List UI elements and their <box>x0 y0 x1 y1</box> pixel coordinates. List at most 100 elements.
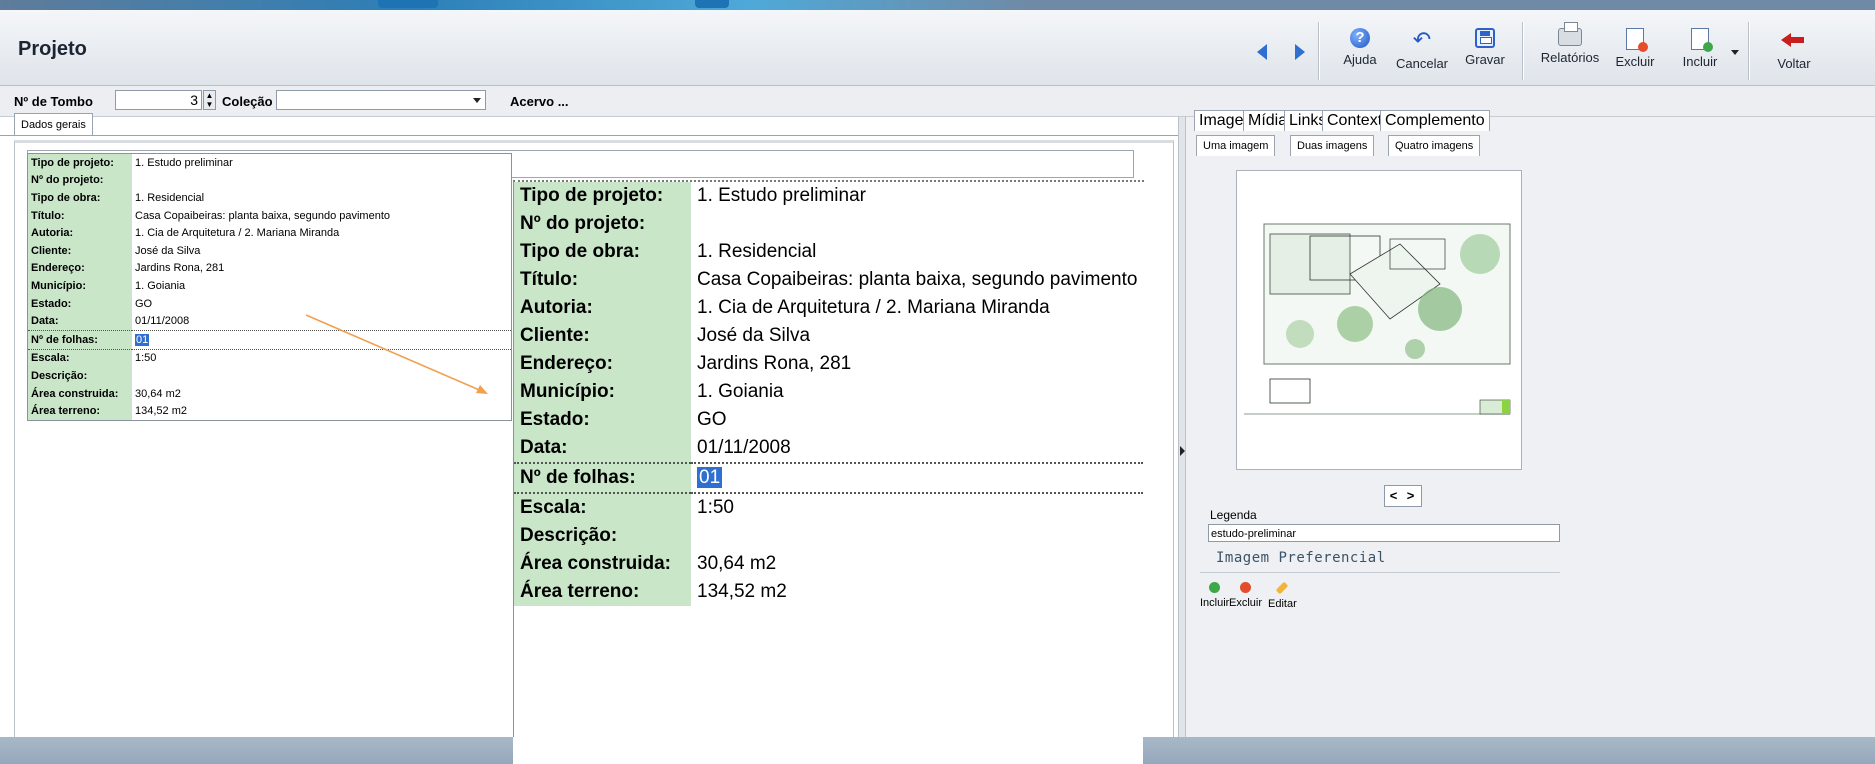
accent-mark <box>695 0 729 8</box>
tab-dados-gerais[interactable]: Dados gerais <box>14 113 93 136</box>
record-field-value[interactable]: 01 <box>132 329 512 350</box>
record-row: Área construida: 30,64 m2 <box>27 384 512 403</box>
record-field-value[interactable]: Casa Copaibeiras: planta baixa, segundo … <box>132 206 512 225</box>
zoom-record-field-label: Cliente: <box>514 322 691 350</box>
record-field-value[interactable]: 1. Cia de Arquitetura / 2. Mariana Miran… <box>132 224 512 242</box>
record-row: Tipo de projeto: 1. Estudo preliminar <box>27 153 512 172</box>
add-circle-icon <box>1209 582 1221 593</box>
tab-complemento[interactable]: Complemento <box>1380 110 1490 131</box>
record-row: Escala: 1:50 <box>27 349 512 368</box>
record-field-value[interactable]: GO <box>132 294 512 313</box>
zoom-record-row: Município: 1. Goiania <box>514 378 1144 406</box>
record-row: Nº do projeto: <box>27 171 512 190</box>
top-accent-strip <box>0 0 1875 10</box>
subtab-duas-imagens[interactable]: Duas imagens <box>1290 135 1375 156</box>
preferred-image-label[interactable]: Imagem Preferencial <box>1216 550 1386 566</box>
back-arrow-icon <box>1781 28 1807 52</box>
zoom-record-field-value[interactable]: GO <box>691 406 1144 434</box>
help-button-label: Ajuda <box>1343 52 1377 67</box>
help-button[interactable]: ? Ajuda <box>1338 22 1382 80</box>
toolbar: Projeto ? Ajuda ↶ Cancelar Gravar Relató… <box>0 10 1875 86</box>
record-field-label: Endereço: <box>27 259 132 278</box>
zoom-record-field-value[interactable]: 1. Residencial <box>691 238 1144 266</box>
divider <box>1200 572 1560 573</box>
record-field-value[interactable]: 134,52 m2 <box>132 402 512 421</box>
reports-button[interactable]: Relatórios <box>1538 22 1602 80</box>
record-row: Área terreno: 134,52 m2 <box>27 402 512 421</box>
record-field-value[interactable]: José da Silva <box>132 241 512 260</box>
toolbar-divider <box>1318 22 1319 80</box>
toolbar-divider <box>1748 22 1749 80</box>
record-field-value[interactable]: 1. Estudo preliminar <box>132 153 512 172</box>
zoom-record-field-value[interactable]: 1:50 <box>691 493 1144 522</box>
zoom-record-row: Data: 01/11/2008 <box>514 434 1144 463</box>
record-field-value[interactable]: 01/11/2008 <box>132 312 512 331</box>
zoom-record-row: Autoria: 1. Cia de Arquitetura / 2. Maria… <box>514 294 1144 322</box>
zoom-record-field-value[interactable] <box>691 522 1144 550</box>
subtab-quatro-imagens[interactable]: Quatro imagens <box>1388 135 1481 156</box>
add-dropdown-caret-icon[interactable] <box>1731 50 1739 55</box>
subtab-uma-imagem[interactable]: Uma imagem <box>1196 135 1276 156</box>
zoom-record-field-value[interactable]: Jardins Rona, 281 <box>691 350 1144 378</box>
colecao-label: Coleção <box>222 94 273 109</box>
tombo-spinner[interactable]: ▲ ▼ <box>203 90 216 110</box>
zoom-record-field-value[interactable]: 1. Cia de Arquitetura / 2. Mariana Miran… <box>691 294 1144 322</box>
record-row: Nº de folhas: 01 <box>27 329 512 350</box>
record-row: Descrição: <box>27 367 512 385</box>
record-row: Data: 01/11/2008 <box>27 312 512 331</box>
toolbar-divider <box>1522 22 1523 80</box>
record-field-label: Autoria: <box>27 224 132 242</box>
record-field-value[interactable]: 1:50 <box>132 349 512 368</box>
acervo-label[interactable]: Acervo ... <box>510 94 569 109</box>
nav-next-icon[interactable] <box>1295 44 1305 60</box>
nav-prev-icon[interactable] <box>1257 44 1267 60</box>
record-field-label: Cliente: <box>27 241 132 260</box>
selected-text[interactable]: 01 <box>697 467 723 488</box>
zoom-record-field-label: Área terreno: <box>514 578 691 606</box>
zoom-record-row: Descrição: <box>514 522 1144 550</box>
zoom-record-field-value[interactable] <box>691 210 1144 238</box>
image-delete-button[interactable]: Excluir <box>1229 582 1262 609</box>
legenda-input[interactable]: estudo-preliminar <box>1208 524 1560 542</box>
zoom-record-field-label: Área construida: <box>514 550 691 578</box>
splitter-collapse-icon[interactable] <box>1180 446 1185 456</box>
zoom-record-field-label: Município: <box>514 378 691 406</box>
zoom-callout-overlap <box>513 737 1143 764</box>
cancel-button[interactable]: ↶ Cancelar <box>1392 22 1452 80</box>
zoom-record-row: Cliente: José da Silva <box>514 322 1144 350</box>
back-button[interactable]: Voltar <box>1772 22 1816 80</box>
colecao-select[interactable] <box>276 90 486 110</box>
selected-text[interactable]: 01 <box>135 333 150 346</box>
delete-button[interactable]: Excluir <box>1610 22 1660 80</box>
record-field-value[interactable]: 1. Residencial <box>132 189 512 207</box>
record-field-value[interactable] <box>132 367 512 385</box>
zoom-record-row: Tipo de obra: 1. Residencial <box>514 238 1144 266</box>
record-field-value[interactable] <box>132 171 512 190</box>
panel-splitter[interactable] <box>1178 117 1186 764</box>
zoom-record-row: Área terreno: 134,52 m2 <box>514 578 1144 606</box>
record-field-value[interactable]: 1. Goiania <box>132 277 512 295</box>
zoom-record-field-value[interactable]: Casa Copaibeiras: planta baixa, segundo … <box>691 266 1144 294</box>
image-delete-label: Excluir <box>1229 597 1263 609</box>
record-row: Cliente: José da Silva <box>27 241 512 260</box>
zoom-record-field-value[interactable]: 134,52 m2 <box>691 578 1144 606</box>
zoom-record-field-value[interactable]: 1. Estudo preliminar <box>691 182 1144 210</box>
zoom-callout: Tipo de projeto: 1. Estudo preliminar Nº d… <box>513 180 1144 764</box>
zoom-record-field-value[interactable]: 30,64 m2 <box>691 550 1144 578</box>
image-next-button[interactable]: > <box>1402 486 1419 505</box>
tombo-input[interactable]: 3 <box>115 90 202 110</box>
help-icon: ? <box>1350 28 1370 48</box>
zoom-record-field-value[interactable]: 1. Goiania <box>691 378 1144 406</box>
save-button[interactable]: Gravar <box>1462 22 1508 80</box>
record-field-value[interactable]: Jardins Rona, 281 <box>132 259 512 278</box>
zoom-record-field-value[interactable]: 01/11/2008 <box>691 434 1144 463</box>
record-field-value[interactable]: 30,64 m2 <box>132 384 512 403</box>
image-add-button[interactable]: Incluir <box>1200 582 1229 609</box>
add-button[interactable]: Incluir <box>1676 22 1724 80</box>
zoom-record-field-value[interactable]: José da Silva <box>691 322 1144 350</box>
record-field-label: Escala: <box>27 349 132 368</box>
image-edit-button[interactable]: Editar <box>1268 581 1297 610</box>
delete-doc-icon <box>1626 28 1648 52</box>
image-prev-button[interactable]: < <box>1385 486 1402 505</box>
zoom-record-field-value[interactable]: 01 <box>691 462 1144 494</box>
